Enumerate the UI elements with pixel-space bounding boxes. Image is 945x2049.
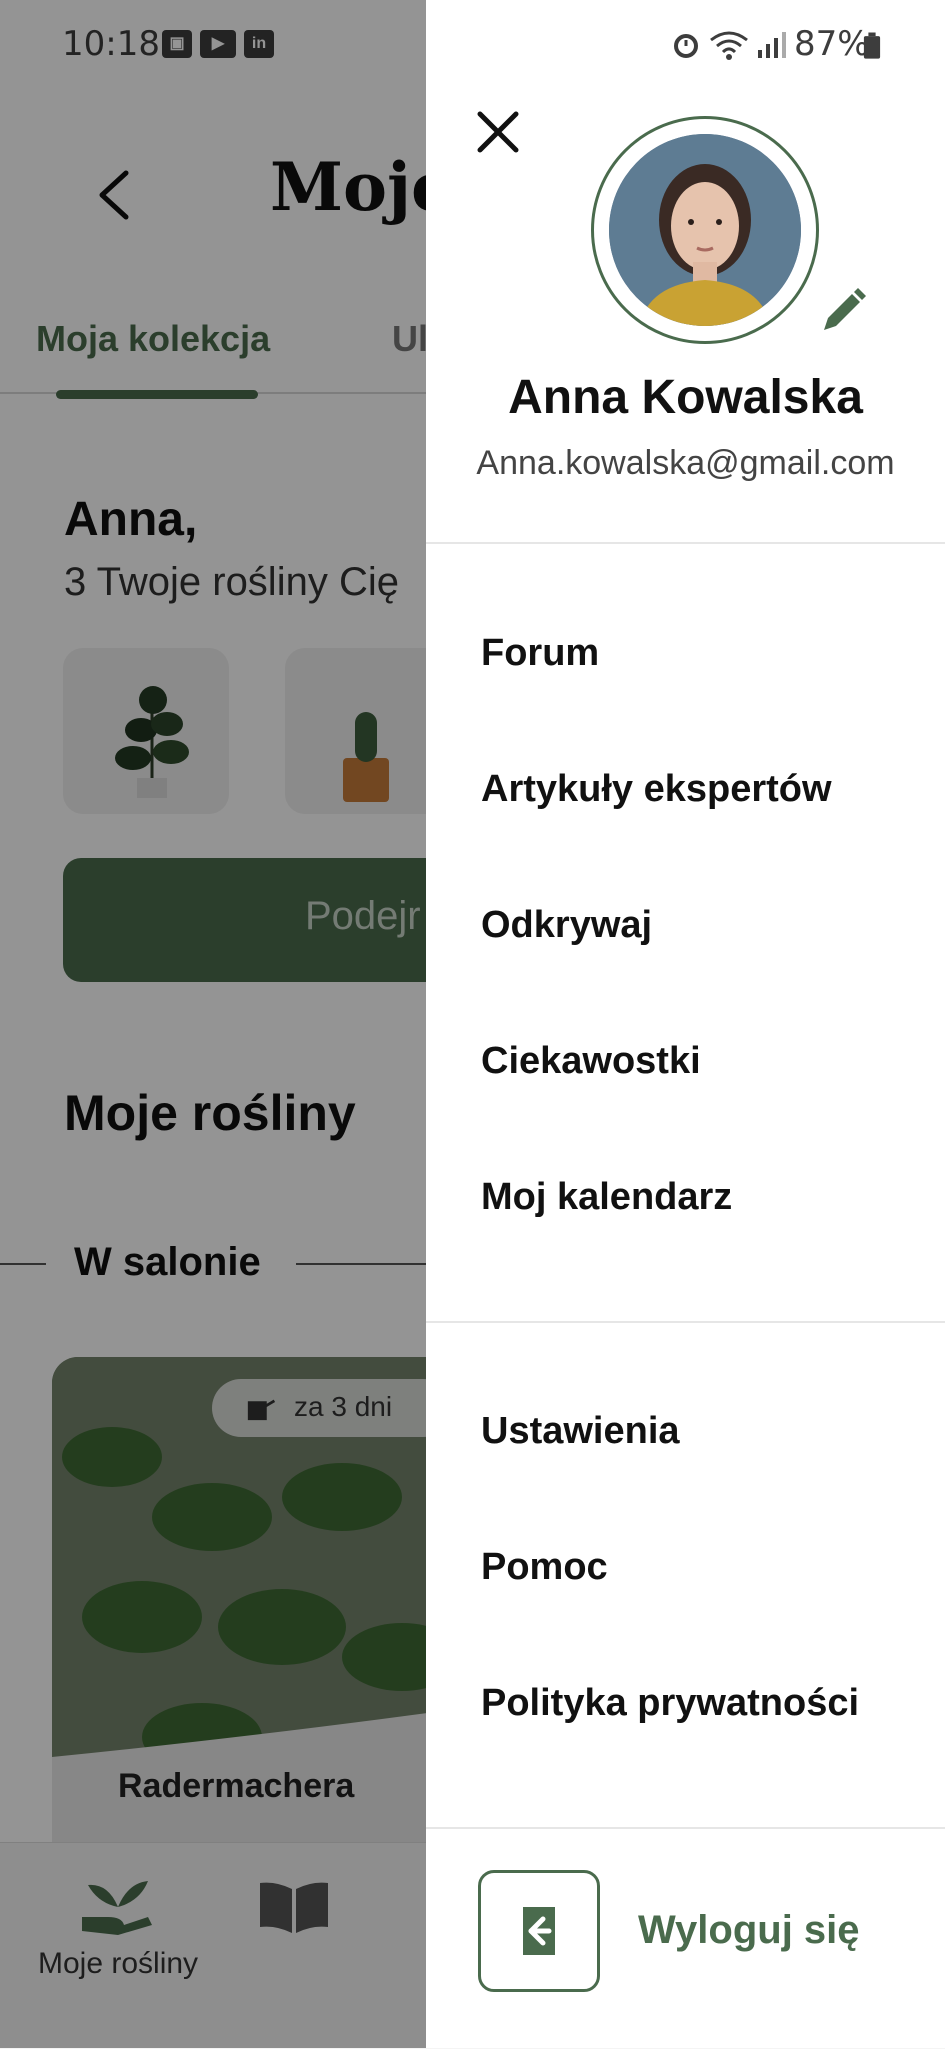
user-email: Anna.kowalska@gmail.com <box>476 444 895 482</box>
profile-photo <box>609 134 801 326</box>
menu-item-privacy-policy[interactable]: Polityka prywatności <box>481 1682 859 1725</box>
menu-item-calendar[interactable]: Moj kalendarz <box>481 1176 732 1219</box>
logout-label[interactable]: Wyloguj się <box>638 1908 860 1953</box>
menu-item-settings[interactable]: Ustawienia <box>481 1410 680 1453</box>
avatar-ring[interactable] <box>591 116 819 344</box>
user-name: Anna Kowalska <box>508 371 863 424</box>
divider <box>426 542 945 544</box>
menu-item-fun-facts[interactable]: Ciekawostki <box>481 1040 701 1083</box>
edit-pencil-icon[interactable] <box>816 286 868 338</box>
divider <box>426 1827 945 1829</box>
wifi-icon <box>710 31 748 60</box>
logout-icon <box>523 1907 555 1955</box>
battery-icon <box>863 32 881 59</box>
menu-item-discover[interactable]: Odkrywaj <box>481 904 652 947</box>
divider <box>426 1321 945 1323</box>
logout-button[interactable] <box>478 1870 600 1992</box>
menu-item-forum[interactable]: Forum <box>481 632 599 675</box>
menu-item-expert-articles[interactable]: Artykuły ekspertów <box>481 768 832 811</box>
navigation-drawer: 87% Anna Kowalska Anna.kowalska@gmail.co… <box>426 0 945 2048</box>
close-icon[interactable] <box>474 108 522 156</box>
avatar <box>609 134 801 326</box>
battery-percent: 87% <box>794 24 870 64</box>
menu-item-help[interactable]: Pomoc <box>481 1546 608 1589</box>
status-bar-right: 87% <box>426 0 945 90</box>
alarm-icon <box>674 34 698 58</box>
signal-icon <box>758 32 786 58</box>
